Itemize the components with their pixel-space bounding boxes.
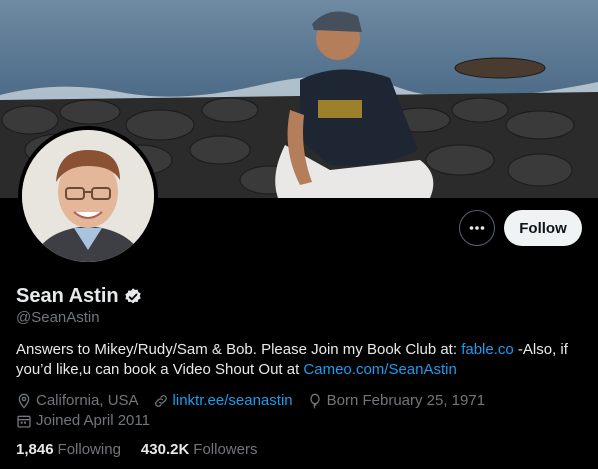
following-stat[interactable]: 1,846 Following	[16, 441, 121, 458]
bio-link-cameo[interactable]: Cameo.com/SeanAstin	[303, 361, 456, 378]
following-label: Following	[57, 441, 121, 458]
more-button[interactable]	[459, 210, 495, 246]
location-pin-icon	[16, 393, 32, 409]
birthday-text: Born February 25, 1971	[326, 392, 486, 409]
location: California, USA	[16, 391, 139, 411]
following-count: 1,846	[16, 441, 54, 458]
website[interactable]: linktr.ee/seanastin	[153, 391, 293, 411]
join-date: Joined April 2011	[16, 411, 150, 431]
follow-stats: 1,846 Following 430.2K Followers	[16, 441, 257, 458]
followers-stat[interactable]: 430.2K Followers	[141, 441, 258, 458]
followers-label: Followers	[193, 441, 258, 458]
followers-count: 430.2K	[140, 441, 190, 458]
more-horizontal-icon	[468, 219, 486, 237]
location-text: California, USA	[36, 392, 139, 409]
avatar[interactable]	[18, 126, 158, 266]
bio: Answers to Mikey/Rudy/Sam & Bob. Please …	[16, 340, 586, 380]
bio-link-fable[interactable]: fable.co	[461, 341, 514, 358]
link-icon	[153, 393, 169, 409]
calendar-icon	[16, 413, 32, 429]
birthday: Born February 25, 1971	[307, 391, 485, 411]
balloon-icon	[307, 393, 323, 409]
handle: @SeanAstin	[16, 309, 100, 326]
verified-badge-icon[interactable]	[123, 287, 143, 307]
bio-text: Answers to Mikey/Rudy/Sam & Bob. Please …	[16, 341, 462, 358]
follow-button[interactable]: Follow	[504, 210, 582, 246]
display-name: Sean Astin	[16, 285, 119, 307]
name-row: Sean Astin	[16, 285, 143, 308]
join-date-text: Joined April 2011	[36, 412, 150, 429]
website-link[interactable]: linktr.ee/seanastin	[173, 391, 293, 411]
profile-meta: California, USA linktr.ee/seanastin Born…	[16, 391, 586, 431]
